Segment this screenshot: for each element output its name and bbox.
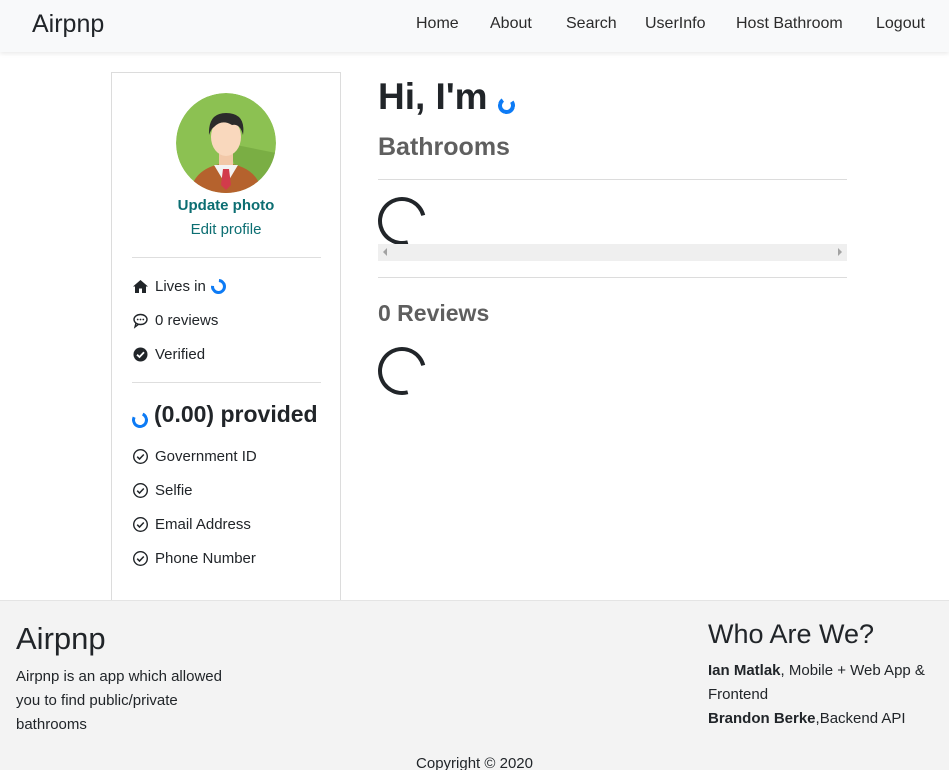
check-circle-icon (132, 482, 149, 499)
verified-label: Verified (155, 346, 206, 363)
team-member: Ian Matlak, Mobile + Web App & Frontend (708, 659, 944, 707)
check-circle-filled-icon (132, 346, 149, 363)
greeting-heading: Hi, I'm (378, 76, 516, 118)
comment-icon (132, 312, 149, 329)
provided-item: Selfie (132, 482, 193, 499)
edit-profile-link[interactable]: Edit profile (112, 221, 340, 238)
check-circle-icon (132, 516, 149, 533)
loading-spinner (129, 409, 151, 430)
member-role: ,Backend API (815, 710, 906, 727)
lives-in-label: Lives in (155, 278, 206, 295)
home-icon (132, 278, 149, 295)
divider (378, 179, 847, 180)
lives-in-row: Lives in (132, 275, 229, 298)
update-photo-link[interactable]: Update photo (112, 197, 340, 214)
provided-item-label: Email Address (155, 516, 251, 533)
provided-item-label: Phone Number (155, 550, 256, 567)
divider (132, 257, 321, 258)
reviews-title: 0 Reviews (378, 300, 490, 326)
greeting-text: Hi, I'm (378, 76, 488, 117)
provided-item: Email Address (132, 516, 251, 533)
provided-item: Government ID (132, 448, 257, 465)
reviews-loading-spinner (369, 338, 435, 404)
profile-card: Update photo Edit profile Lives in 0 rev… (111, 72, 341, 601)
check-circle-icon (132, 550, 149, 567)
divider (132, 382, 321, 383)
team-member: Brandon Berke,Backend API (708, 707, 944, 731)
nav-home[interactable]: Home (416, 15, 459, 33)
who-are-we-title: Who Are We? (708, 619, 875, 649)
avatar (176, 93, 276, 193)
nav-search[interactable]: Search (566, 15, 617, 33)
footer-title: Airpnp (16, 621, 106, 656)
provided-title: (0.00) provided (154, 401, 318, 427)
footer-description: Airpnp is an app which allowed you to fi… (16, 668, 222, 733)
scroll-right-arrow-icon[interactable] (838, 248, 842, 256)
top-navbar: Airpnp Home About Search UserInfo Host B… (0, 0, 949, 52)
bathrooms-title: Bathrooms (378, 133, 510, 161)
copyright: Copyright © 2020 (416, 755, 533, 770)
brand-logo[interactable]: Airpnp (32, 10, 104, 39)
provided-item-label: Government ID (155, 448, 257, 465)
loading-spinner (496, 95, 516, 116)
footer: Airpnp Airpnp is an app which allowed yo… (0, 600, 949, 770)
provided-heading: (0.00) provided (129, 401, 318, 430)
scroll-left-arrow-icon[interactable] (383, 248, 387, 256)
reviews-count: 0 reviews (155, 312, 219, 329)
divider (378, 277, 847, 278)
member-name: Ian Matlak (708, 662, 781, 679)
horizontal-scrollbar[interactable] (378, 244, 847, 261)
verified-row: Verified (132, 346, 205, 363)
member-name: Brandon Berke (708, 710, 816, 727)
nav-logout[interactable]: Logout (876, 15, 925, 33)
nav-userinfo[interactable]: UserInfo (645, 15, 705, 33)
reviews-row: 0 reviews (132, 312, 218, 329)
nav-about[interactable]: About (490, 15, 532, 33)
loading-spinner (207, 275, 229, 298)
nav-host-bathroom[interactable]: Host Bathroom (736, 15, 843, 33)
check-circle-icon (132, 448, 149, 465)
provided-item-label: Selfie (155, 482, 193, 499)
provided-item: Phone Number (132, 550, 256, 567)
